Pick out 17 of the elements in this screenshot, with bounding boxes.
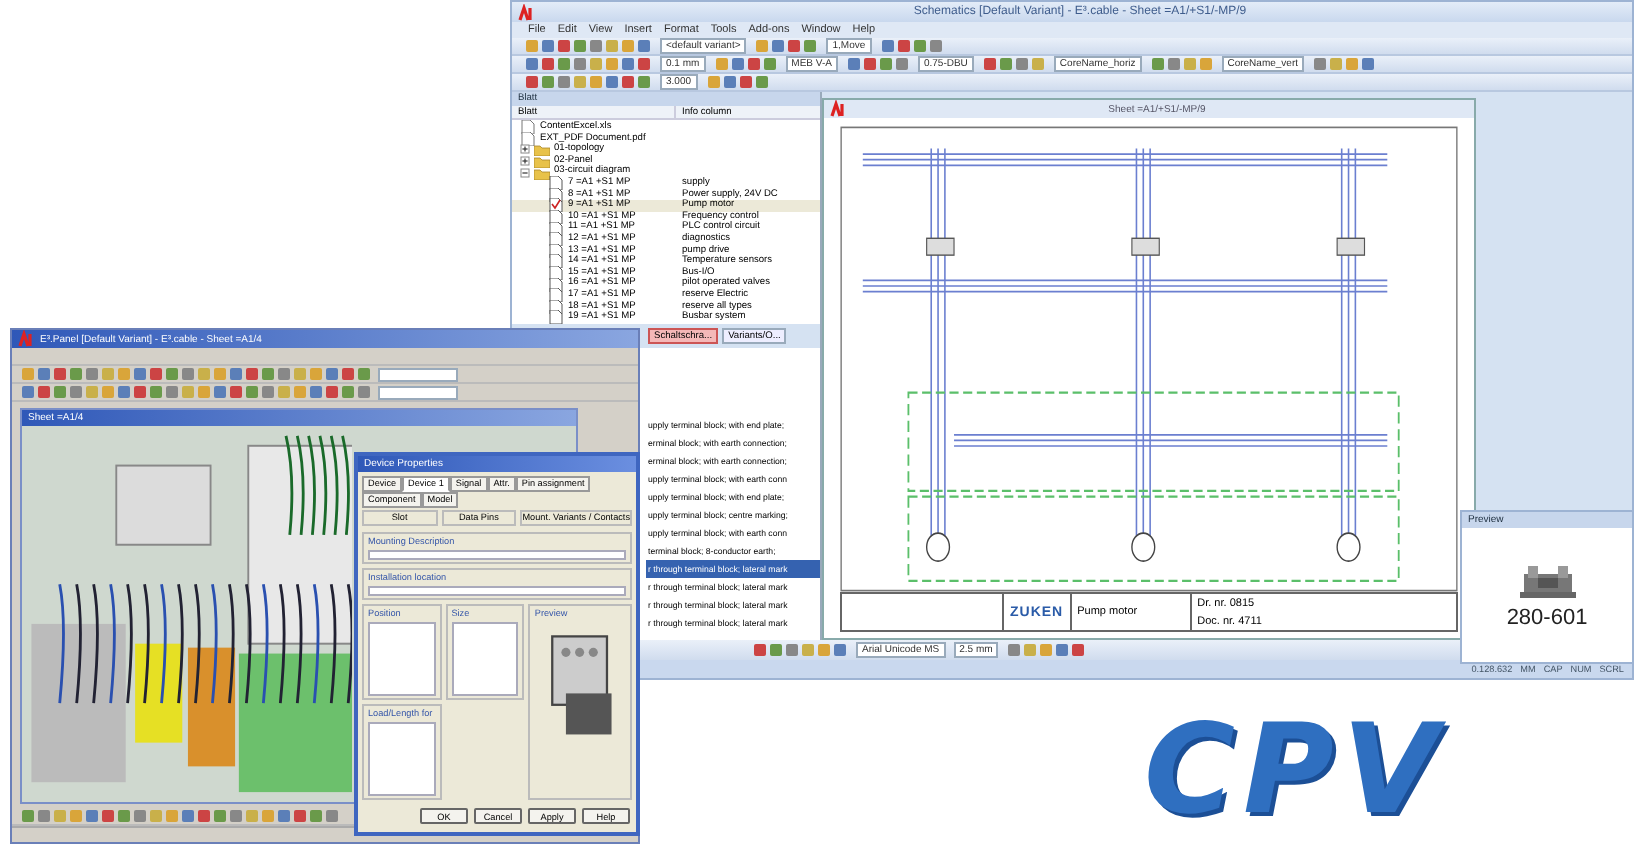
input-field[interactable] <box>368 550 626 560</box>
input-field[interactable] <box>368 622 436 696</box>
app-logo-icon <box>830 100 846 118</box>
part-number: 280-601 <box>1506 605 1588 629</box>
expand-toggle[interactable] <box>520 156 530 167</box>
toolbar-field[interactable] <box>378 367 458 381</box>
expand-toggle[interactable] <box>520 144 530 155</box>
brand-logo: CPV <box>1144 704 1446 836</box>
input-field[interactable] <box>368 722 436 796</box>
terminal-block-icon <box>1519 561 1575 597</box>
input-field[interactable] <box>451 622 519 696</box>
device-3d-drawing <box>551 635 613 735</box>
app-logo-icon <box>518 3 534 21</box>
collapse-toggle[interactable] <box>520 167 530 178</box>
app-logo-icon <box>18 330 34 348</box>
input-field[interactable] <box>368 586 626 596</box>
toolbar-field[interactable] <box>378 385 458 399</box>
